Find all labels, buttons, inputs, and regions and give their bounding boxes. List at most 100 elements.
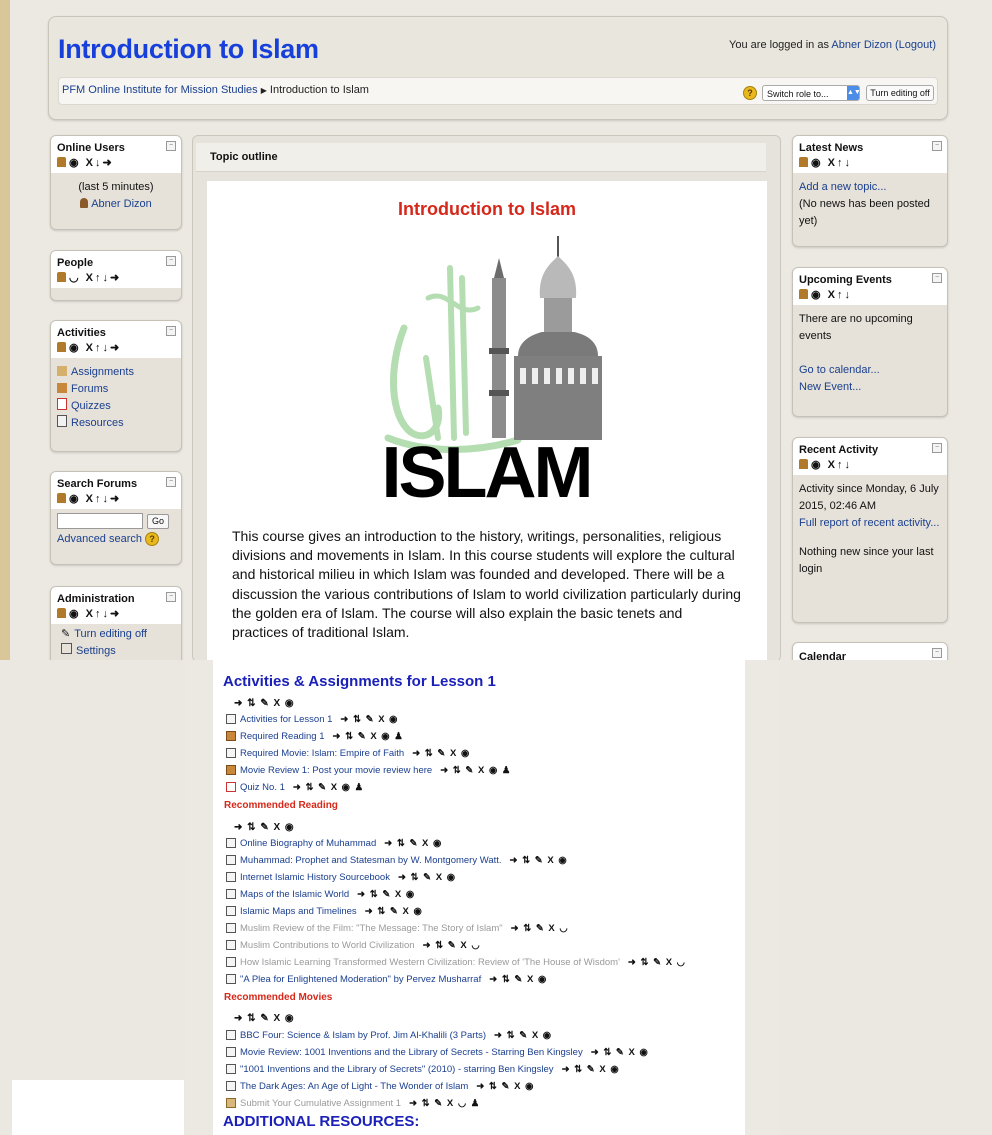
turn-editing-off-button[interactable]: Turn editing off bbox=[866, 85, 934, 101]
item-edit-controls[interactable]: ➜ ⇅ ✎ X ◡ bbox=[423, 940, 481, 951]
item-edit-controls[interactable]: ➜ ⇅ ✎ X ◉ bbox=[494, 1030, 552, 1041]
roles-icon bbox=[57, 272, 66, 282]
resource-activities-lesson1[interactable]: Activities for Lesson 1 ➜ ⇅ ✎ X ◉ bbox=[226, 714, 398, 725]
item-edit-controls[interactable]: ➜ ⇅ ✎ X ◉ bbox=[365, 906, 423, 917]
resource-reading-item[interactable]: Internet Islamic History Sourcebook ➜ ⇅ ✎… bbox=[226, 872, 456, 883]
resource-movie-item[interactable]: Movie Review: 1001 Inventions and the Li… bbox=[226, 1047, 649, 1058]
item-edit-controls[interactable]: ➜ ⇅ ✎ X ◉ ♟ bbox=[440, 765, 511, 776]
collapse-icon[interactable]: − bbox=[932, 443, 942, 453]
resource-reading-item-hidden[interactable]: Muslim Review of the Film: "The Message:… bbox=[226, 923, 569, 934]
user-link[interactable]: Abner Dizon bbox=[831, 39, 892, 51]
item-edit-controls[interactable]: ➜ ⇅ ✎ X ◉ bbox=[412, 748, 470, 759]
login-prefix: You are logged in as bbox=[729, 39, 832, 51]
item-edit-controls[interactable]: ➜ ⇅ ✎ X ◉ bbox=[591, 1047, 649, 1058]
roles-icon bbox=[799, 157, 808, 167]
blank-area bbox=[12, 1080, 184, 1135]
block-controls[interactable]: ◉ X↑↓➜ bbox=[57, 341, 175, 354]
online-user-link[interactable]: Abner Dizon bbox=[91, 198, 152, 210]
breadcrumb-root[interactable]: PFM Online Institute for Mission Studies bbox=[62, 84, 258, 96]
help-icon[interactable]: ? bbox=[145, 532, 160, 546]
resource-icon bbox=[226, 906, 236, 916]
add-topic-link[interactable]: Add a new topic... bbox=[799, 181, 886, 193]
activities-forums-link[interactable]: Forums bbox=[71, 383, 108, 395]
resource-movie-item[interactable]: "1001 Inventions and the Library of Secr… bbox=[226, 1064, 620, 1075]
quiz-no-1[interactable]: Quiz No. 1 ➜ ⇅ ✎ X ◉ ♟ bbox=[226, 782, 364, 793]
forum-movie-review[interactable]: Movie Review 1: Post your movie review h… bbox=[226, 765, 511, 776]
admin-turn-editing-off-link[interactable]: Turn editing off bbox=[74, 628, 147, 640]
breadcrumb-separator: ▶ bbox=[260, 86, 267, 95]
switch-role-select[interactable]: Switch role to... ▲▼ bbox=[762, 85, 861, 101]
block-controls[interactable]: ◉ X↑↓➜ bbox=[57, 607, 175, 620]
item-edit-controls[interactable]: ➜ ⇅ ✎ X ◉ bbox=[476, 1081, 534, 1092]
search-go-button[interactable]: Go bbox=[147, 513, 170, 529]
section-controls[interactable]: ➜ ⇅ ✎ X ◉ bbox=[234, 822, 295, 833]
activities-quizzes-link[interactable]: Quizzes bbox=[71, 400, 111, 412]
collapse-icon[interactable]: − bbox=[166, 477, 176, 487]
item-edit-controls[interactable]: ➜ ⇅ ✎ X ◉ ♟ bbox=[293, 782, 364, 793]
block-controls[interactable]: ◉ X↑↓ bbox=[799, 156, 941, 169]
assignment-cumulative-hidden[interactable]: Submit Your Cumulative Assignment 1 ➜ ⇅ ✎… bbox=[226, 1098, 480, 1109]
recent-activity-block: Recent Activity ◉ X↑↓ − Activity since M… bbox=[792, 437, 948, 623]
assignment-icon bbox=[226, 1098, 236, 1108]
collapse-icon[interactable]: − bbox=[932, 648, 942, 658]
item-edit-controls[interactable]: ➜ ⇅ ✎ X ◉ bbox=[489, 974, 547, 985]
collapse-icon[interactable]: − bbox=[166, 141, 176, 151]
block-controls[interactable]: ◉ X↑↓➜ bbox=[57, 492, 175, 505]
resource-reading-item-hidden[interactable]: Muslim Contributions to World Civilizati… bbox=[226, 940, 481, 951]
block-title: Recent Activity bbox=[799, 444, 879, 456]
help-icon[interactable]: ? bbox=[743, 86, 757, 100]
resource-reading-item[interactable]: Islamic Maps and Timelines ➜ ⇅ ✎ X ◉ bbox=[226, 906, 423, 917]
collapse-icon[interactable]: − bbox=[166, 592, 176, 602]
resource-reading-item[interactable]: Muhammad: Prophet and Statesman by W. Mo… bbox=[226, 855, 568, 866]
item-edit-controls[interactable]: ➜ ⇅ ✎ X ◉ bbox=[340, 714, 398, 725]
item-edit-controls[interactable]: ➜ ⇅ ✎ X ◉ bbox=[384, 838, 442, 849]
advanced-search-link[interactable]: Advanced search bbox=[57, 533, 142, 545]
search-input[interactable] bbox=[57, 513, 143, 529]
activities-resources-link[interactable]: Resources bbox=[71, 417, 124, 429]
full-report-link[interactable]: Full report of recent activity... bbox=[799, 517, 939, 529]
collapse-icon[interactable]: − bbox=[932, 273, 942, 283]
collapse-icon[interactable]: − bbox=[932, 141, 942, 151]
admin-settings-link[interactable]: Settings bbox=[76, 645, 116, 657]
new-event-link[interactable]: New Event... bbox=[799, 381, 861, 393]
resource-icon bbox=[226, 974, 236, 984]
block-controls[interactable]: ◡ X↑↓➜ bbox=[57, 271, 175, 284]
resource-reading-item[interactable]: Maps of the Islamic World ➜ ⇅ ✎ X ◉ bbox=[226, 889, 415, 900]
resource-movie-item[interactable]: The Dark Ages: An Age of Light - The Won… bbox=[226, 1081, 534, 1092]
recent-activity-since: Activity since Monday, 6 July 2015, 02:4… bbox=[799, 483, 939, 512]
quiz-icon bbox=[226, 782, 236, 792]
resource-required-movie[interactable]: Required Movie: Islam: Empire of Faith ➜ … bbox=[226, 748, 470, 759]
resource-icon bbox=[226, 1064, 236, 1074]
block-controls[interactable]: ◉ X↑↓ bbox=[799, 288, 941, 301]
item-edit-controls[interactable]: ➜ ⇅ ✎ X ◉ ♟ bbox=[333, 731, 404, 742]
collapse-icon[interactable]: − bbox=[166, 256, 176, 266]
item-edit-controls[interactable]: ➜ ⇅ ✎ X ◉ bbox=[398, 872, 456, 883]
logout-link[interactable]: (Logout) bbox=[895, 39, 936, 51]
recent-nothing-note: Nothing new since your last login bbox=[799, 546, 934, 575]
block-controls[interactable]: ◉ X↓➜ bbox=[57, 156, 175, 169]
activities-block: Activities ◉ X↑↓➜ − Assignments Forums Q… bbox=[50, 320, 182, 452]
search-forums-block: Search Forums ◉ X↑↓➜ − Go Advanced searc… bbox=[50, 471, 182, 565]
collapse-icon[interactable]: − bbox=[166, 326, 176, 336]
item-edit-controls[interactable]: ➜ ⇅ ✎ X ◉ bbox=[510, 855, 568, 866]
go-to-calendar-link[interactable]: Go to calendar... bbox=[799, 364, 880, 376]
resource-movie-item[interactable]: BBC Four: Science & Islam by Prof. Jim A… bbox=[226, 1030, 552, 1041]
section-controls[interactable]: ➜ ⇅ ✎ X ◉ bbox=[234, 698, 295, 709]
item-edit-controls[interactable]: ➜ ⇅ ✎ X ◡ bbox=[511, 923, 569, 934]
resource-reading-item[interactable]: "A Plea for Enlightened Moderation" by P… bbox=[226, 974, 547, 985]
recommended-reading-label: Recommended Reading bbox=[224, 800, 338, 811]
section-controls[interactable]: ➜ ⇅ ✎ X ◉ bbox=[234, 1013, 295, 1024]
resource-reading-item[interactable]: Online Biography of Muhammad ➜ ⇅ ✎ X ◉ bbox=[226, 838, 442, 849]
item-edit-controls[interactable]: ➜ ⇅ ✎ X ◉ bbox=[562, 1064, 620, 1075]
topic-outline-header: Topic outline bbox=[196, 143, 766, 172]
item-edit-controls[interactable]: ➜ ⇅ ✎ X ◡ bbox=[628, 957, 686, 968]
item-edit-controls[interactable]: ➜ ⇅ ✎ X ◡ ♟ bbox=[409, 1098, 480, 1109]
online-users-block: Online Users ◉ X↓➜ − (last 5 minutes) Ab… bbox=[50, 135, 182, 230]
assignment-required-reading[interactable]: Required Reading 1 ➜ ⇅ ✎ X ◉ ♟ bbox=[226, 731, 404, 742]
resource-reading-item-hidden[interactable]: How Islamic Learning Transformed Western… bbox=[226, 957, 686, 968]
item-edit-controls[interactable]: ➜ ⇅ ✎ X ◉ bbox=[357, 889, 415, 900]
roles-icon bbox=[799, 289, 808, 299]
activities-assignments-link[interactable]: Assignments bbox=[71, 366, 134, 378]
roles-icon bbox=[57, 342, 66, 352]
block-controls[interactable]: ◉ X↑↓ bbox=[799, 458, 941, 471]
